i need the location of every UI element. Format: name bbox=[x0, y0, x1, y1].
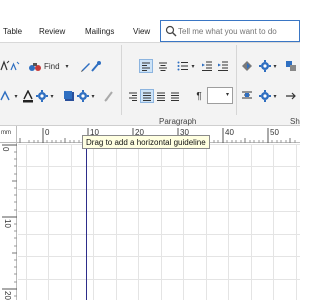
ruler-v-label: 10 bbox=[3, 219, 12, 228]
menu-table[interactable]: Table bbox=[3, 27, 22, 36]
align-center-icon[interactable] bbox=[156, 59, 170, 73]
search-input[interactable] bbox=[178, 24, 296, 38]
shading-icon[interactable] bbox=[62, 89, 76, 103]
grid-area[interactable] bbox=[18, 144, 300, 300]
clear-format-icon[interactable] bbox=[103, 89, 115, 103]
justify-icon[interactable] bbox=[140, 89, 154, 103]
chevron-down-icon: ▾ bbox=[225, 92, 229, 98]
grid-line bbox=[18, 279, 300, 280]
ruler-h-label: 0 bbox=[45, 128, 50, 137]
gear-icon[interactable] bbox=[36, 89, 48, 103]
gear-dropdown-icon[interactable]: ▾ bbox=[90, 89, 96, 103]
grid-line bbox=[183, 144, 184, 300]
vertical-ruler[interactable]: 0 10 20 bbox=[0, 143, 17, 300]
find-dropdown-icon[interactable]: ▾ bbox=[63, 59, 71, 73]
grid-line bbox=[71, 144, 72, 300]
find-label[interactable]: Find bbox=[44, 59, 60, 73]
shrink-font-icon[interactable] bbox=[10, 59, 20, 73]
binoculars-icon[interactable] bbox=[28, 59, 42, 73]
arrange-icon[interactable] bbox=[284, 59, 298, 73]
grid-line bbox=[116, 144, 117, 300]
gear-icon[interactable] bbox=[258, 89, 272, 103]
effects-dropdown-icon[interactable]: ▾ bbox=[12, 89, 20, 103]
increase-indent-icon[interactable] bbox=[216, 59, 230, 73]
list-dropdown-icon[interactable]: ▾ bbox=[190, 59, 196, 73]
eyedropper-icon[interactable] bbox=[90, 59, 102, 73]
paragraph-group-label: Paragraph bbox=[159, 117, 197, 126]
gear-dropdown-icon[interactable]: ▾ bbox=[272, 89, 278, 103]
justify-all-icon[interactable] bbox=[168, 89, 182, 103]
ribbon: Find ▾ ▾ ▾ ▾ ▾ ▾ ¶ ▾ ▾ Paragraph Sh bbox=[0, 42, 300, 126]
ruler-h-label: 50 bbox=[270, 128, 279, 137]
grid-line bbox=[18, 211, 300, 212]
menu-mailings[interactable]: Mailings bbox=[85, 27, 114, 36]
grid-line bbox=[206, 144, 207, 300]
distribute-icon[interactable] bbox=[154, 89, 168, 103]
text-effects-icon[interactable] bbox=[0, 89, 10, 103]
pilcrow-icon[interactable]: ¶ bbox=[194, 89, 204, 103]
grid-line bbox=[228, 144, 229, 300]
gear-dropdown-icon[interactable]: ▾ bbox=[272, 59, 278, 73]
align-objects-icon[interactable] bbox=[240, 89, 254, 103]
ruler-v-label: 0 bbox=[1, 147, 10, 152]
line-spacing-select[interactable]: ▾ bbox=[207, 87, 233, 104]
group-separator bbox=[236, 45, 237, 115]
grid-line bbox=[138, 144, 139, 300]
grid-line bbox=[273, 144, 274, 300]
ruler-v-label: 20 bbox=[3, 291, 12, 300]
align-right-icon[interactable] bbox=[126, 89, 140, 103]
tell-me-search[interactable] bbox=[160, 20, 300, 42]
group-separator bbox=[121, 45, 122, 115]
grid-line bbox=[18, 189, 300, 190]
font-color-icon[interactable] bbox=[22, 89, 34, 103]
grid-line bbox=[26, 144, 27, 300]
gear-icon[interactable] bbox=[77, 89, 89, 103]
grid-line bbox=[18, 256, 300, 257]
grid-line bbox=[93, 144, 94, 300]
ruler-unit-label: mm bbox=[1, 130, 11, 136]
ruler-h-label: 40 bbox=[225, 128, 234, 137]
gear-icon[interactable] bbox=[258, 59, 272, 73]
list-icon[interactable] bbox=[176, 59, 190, 73]
group-label-truncated: Sh bbox=[290, 117, 300, 126]
vertical-guideline[interactable] bbox=[86, 144, 87, 300]
search-icon bbox=[165, 25, 177, 37]
gear-dropdown-icon[interactable]: ▾ bbox=[49, 89, 55, 103]
ruler-unit[interactable]: mm bbox=[0, 126, 17, 143]
grid-line bbox=[251, 144, 252, 300]
grid-line bbox=[18, 234, 300, 235]
arrow-right-icon[interactable] bbox=[284, 89, 298, 103]
ruler-tooltip: Drag to add a horizontal guideline bbox=[82, 135, 210, 149]
grid-line bbox=[48, 144, 49, 300]
bring-forward-icon[interactable] bbox=[240, 59, 254, 73]
grow-font-icon[interactable] bbox=[0, 59, 10, 73]
grid-line bbox=[161, 144, 162, 300]
grid-line bbox=[296, 144, 297, 300]
menu-review[interactable]: Review bbox=[39, 27, 65, 36]
decrease-indent-icon[interactable] bbox=[200, 59, 214, 73]
menu-view[interactable]: View bbox=[133, 27, 150, 36]
align-left-icon[interactable] bbox=[139, 59, 153, 73]
grid-line bbox=[18, 166, 300, 167]
